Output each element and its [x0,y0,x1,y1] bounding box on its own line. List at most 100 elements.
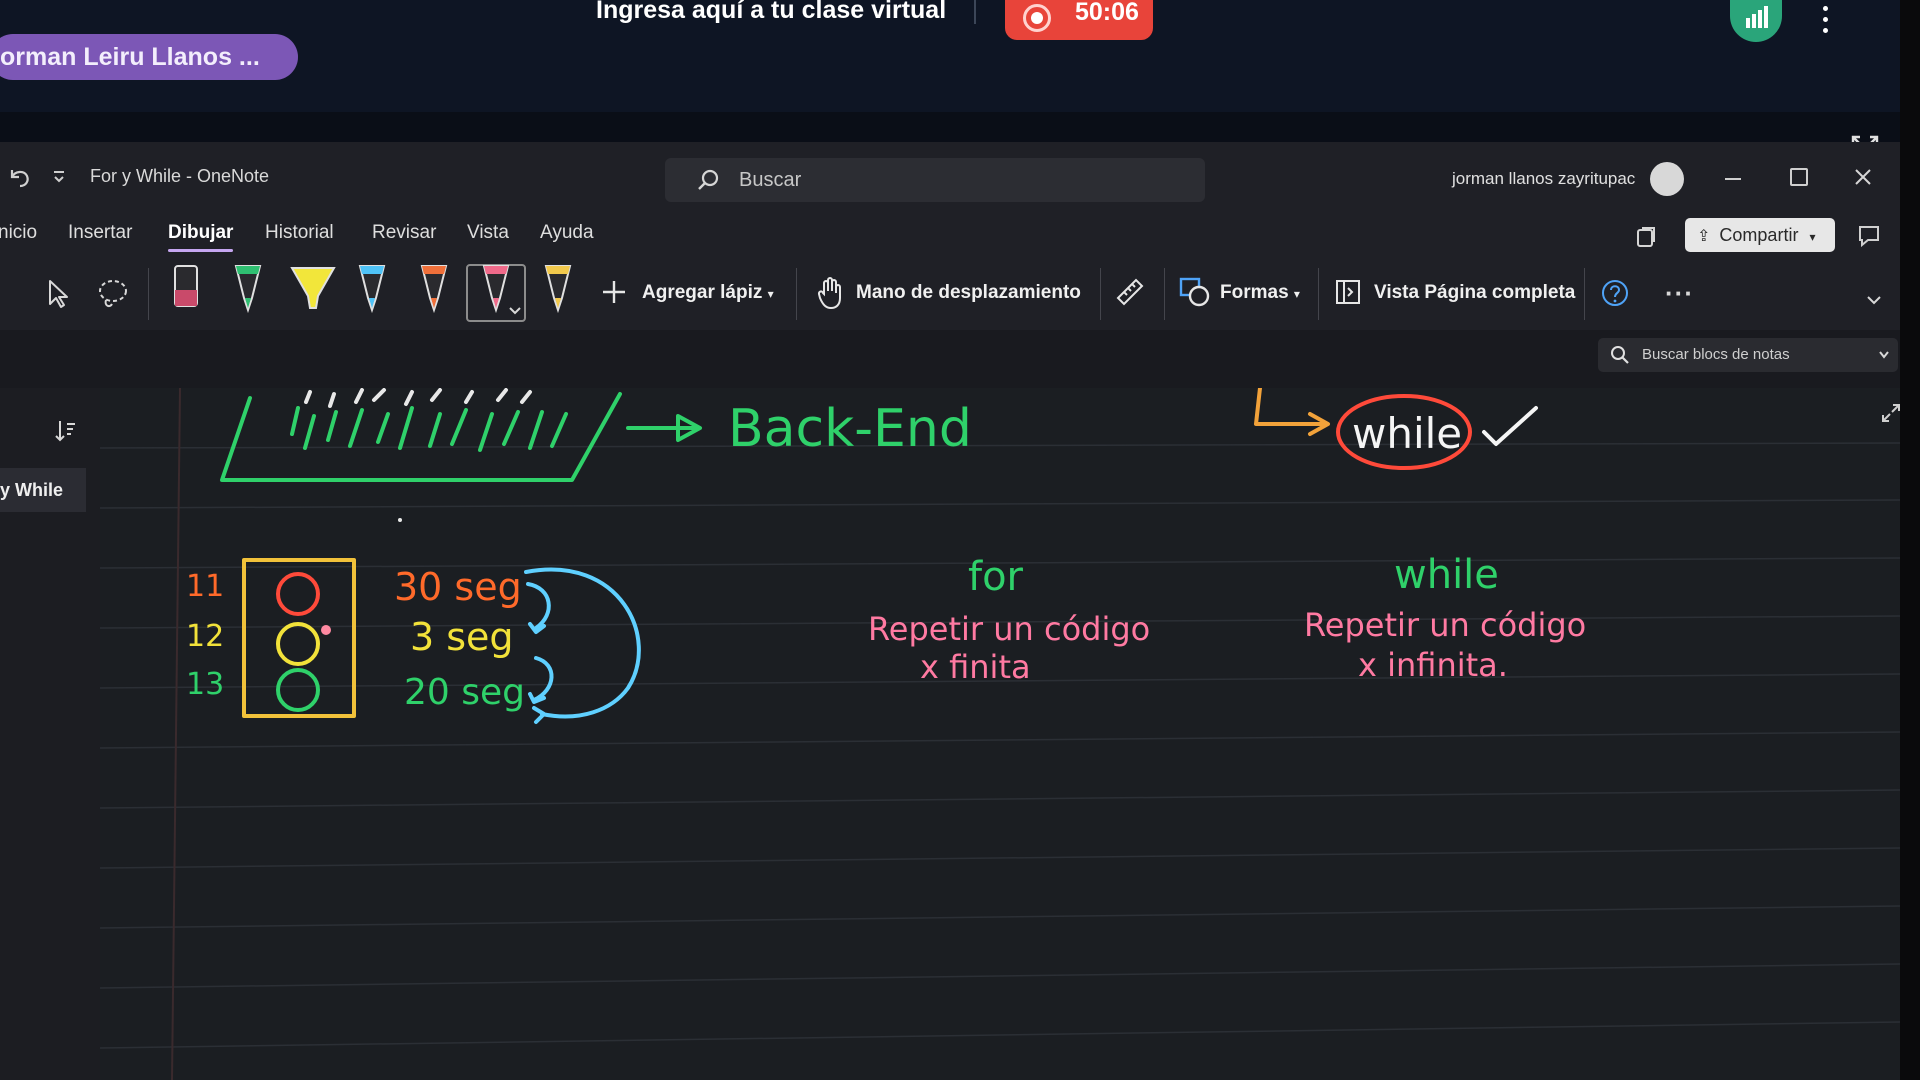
page-title: y While [0,480,64,500]
yellow-light-ink [276,622,320,666]
traffic-light-box-ink [242,558,356,718]
account-name[interactable]: jorman llanos zayritupac [1452,169,1635,189]
stray-dot-ink [398,518,402,522]
help-icon[interactable] [1600,278,1630,308]
ribbon-tabs: nicio Insertar Dibujar Historial Revisar… [0,216,1900,258]
gold-pen-icon[interactable] [542,264,574,314]
row-number-12: 12 [186,619,224,654]
presenter-name-pill[interactable]: orman Leiru Llanos ... [0,34,298,80]
tab-historial[interactable]: Historial [265,222,334,244]
add-pen-button[interactable]: Agregar lápiz ▾ [642,282,774,304]
while-circled-label: while [1352,409,1462,458]
tab-ayuda[interactable]: Ayuda [540,222,594,244]
search-box[interactable]: Buscar [665,158,1205,202]
green-pen-icon[interactable] [232,264,264,314]
tab-inicio[interactable]: nicio [0,222,37,244]
notebook-search-placeholder: Buscar blocs de notas [1642,346,1790,363]
notebook-nav-row: Buscar blocs de notas [0,330,1900,388]
onenote-titlebar: For y While - OneNote Buscar jorman llan… [0,142,1900,216]
chevron-down-icon: ▾ [767,287,774,301]
add-pen-label: Agregar lápiz [642,282,763,303]
tab-dibujar[interactable]: Dibujar [168,222,234,252]
close-icon[interactable] [1852,166,1874,188]
record-icon [1023,4,1051,32]
tab-revisar[interactable]: Revisar [372,222,436,244]
add-icon[interactable] [600,278,628,306]
yellow-highlighter-icon[interactable] [290,264,336,314]
green-light-ink [276,668,320,712]
notebook-search-input[interactable]: Buscar blocs de notas [1598,338,1898,372]
comments-icon[interactable] [1855,222,1883,250]
shapes-icon[interactable] [1178,276,1212,308]
pen-options-chevron-icon[interactable] [508,306,522,316]
backend-label: Back-End [728,399,972,459]
white-strokes-ink [304,388,532,408]
while-line-1: Repetir un código [1304,606,1586,644]
orange-pen-icon[interactable] [418,264,450,314]
shapes-button[interactable]: Formas ▾ [1220,282,1300,304]
undo-icon[interactable] [6,164,32,190]
backend-box-ink [220,392,622,482]
chevron-down-icon: ▾ [1293,287,1300,301]
chevron-down-icon[interactable] [1866,294,1882,306]
arrow-to-backend-ink [626,414,702,442]
cycle-arrow-1-ink [526,582,551,634]
for-heading: for [968,554,1024,600]
tab-vista[interactable]: Vista [467,222,509,244]
minimize-icon[interactable] [1725,178,1741,180]
search-icon [1611,346,1629,364]
share-label: Compartir [1719,225,1799,245]
quick-access-customize-icon[interactable] [52,166,66,186]
banner-divider [974,0,976,24]
recording-timer: 50:06 [1075,0,1139,26]
avatar[interactable] [1650,162,1684,196]
cycle-arrow-2-ink [528,656,554,704]
signal-bars-icon [1746,6,1768,28]
grass-strokes-ink [290,406,568,452]
bracket-arrow-ink [1254,388,1330,436]
full-page-view-button[interactable]: Vista Página completa [1374,282,1575,304]
chevron-down-icon: ▾ [1809,230,1816,244]
hand-pan-icon[interactable] [816,276,844,310]
search-icon [698,169,719,190]
virtual-class-banner[interactable]: Ingresa aquí a tu clase virtual [596,0,946,25]
notebook-view-icon[interactable] [1636,226,1656,248]
row-number-11: 11 [186,569,224,604]
document-title: For y While - OneNote [90,166,270,186]
for-line-1: Repetir un código [868,610,1150,648]
sort-icon[interactable] [52,418,78,444]
tab-insertar[interactable]: Insertar [68,222,132,244]
share-icon: ⇪ [1697,228,1711,245]
full-page-view-icon[interactable] [1334,278,1362,306]
page-list-item[interactable]: y While [0,468,86,512]
more-commands-icon[interactable]: ··· [1665,278,1694,309]
ink-drawing: Back-End while 11 12 13 30 seg 3 seg 20 … [186,388,1586,724]
timing-yellow: 3 seg [410,615,514,659]
chevron-down-icon[interactable] [1878,350,1890,360]
screen-edge [1900,0,1920,1080]
more-options-icon[interactable] [1822,6,1830,36]
ribbon-draw-toolbar: Agregar lápiz ▾ Mano de desplazamiento F… [0,258,1900,330]
row-number-13: 13 [186,667,224,702]
for-line-2: x finita [920,648,1031,686]
red-light-ink [276,572,320,616]
select-pointer-icon[interactable] [44,278,72,310]
expand-page-icon[interactable] [1880,402,1900,424]
search-placeholder: Buscar [739,169,802,191]
while-line-2: x infinita. [1358,646,1508,684]
eraser-pen-icon[interactable] [170,264,202,314]
restore-icon[interactable] [1790,168,1808,186]
pan-hand-button[interactable]: Mano de desplazamiento [856,282,1081,304]
pink-dot-ink [321,625,331,635]
ruler-icon[interactable] [1114,276,1146,308]
lasso-select-icon[interactable] [96,276,132,312]
recording-badge[interactable]: 50:06 [1005,0,1153,40]
page-list-panel: y While [0,388,100,1080]
share-button[interactable]: ⇪ Compartir ▾ [1685,218,1835,252]
connection-signal-button[interactable] [1730,0,1782,42]
shapes-label: Formas [1220,282,1289,303]
while-heading: while [1394,552,1499,598]
note-canvas[interactable]: Back-End while 11 12 13 30 seg 3 seg 20 … [100,388,1900,1080]
blue-pen-icon[interactable] [356,264,388,314]
timing-red: 30 seg [394,565,522,609]
